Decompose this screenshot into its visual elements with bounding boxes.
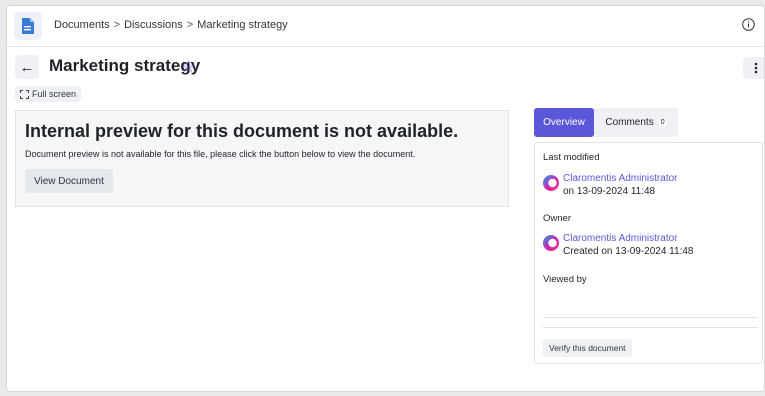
- breadcrumb-current: Marketing strategy: [197, 19, 288, 31]
- verify-document-button[interactable]: Verify this document: [543, 339, 632, 357]
- fullscreen-button[interactable]: Full screen: [15, 86, 82, 102]
- preview-message: Document preview is not available for th…: [25, 149, 416, 159]
- last-modified-date: on 13-09-2024 11:48: [563, 186, 656, 197]
- user-avatar-icon: [543, 175, 559, 191]
- app-window: Documents > Discussions > Marketing stra…: [6, 5, 765, 392]
- divider: [543, 317, 758, 318]
- last-modified-user: Claromentis Administrator on 13-09-2024 …: [543, 173, 677, 197]
- overview-panel: Last modified Claromentis Administrator …: [534, 142, 763, 364]
- view-document-button[interactable]: View Document: [25, 169, 113, 193]
- title-bar: ← Marketing strategy ☆: [15, 55, 764, 79]
- breadcrumb-discussions[interactable]: Discussions: [124, 19, 183, 31]
- fullscreen-label: Full screen: [32, 89, 77, 99]
- back-button[interactable]: ←: [15, 55, 39, 79]
- owner-user: Claromentis Administrator Created on 13-…: [543, 233, 693, 257]
- preview-panel: Internal preview for this document is no…: [15, 110, 509, 207]
- preview-heading: Internal preview for this document is no…: [25, 121, 459, 141]
- kebab-menu-icon: [754, 62, 758, 74]
- last-modified-label: Last modified: [543, 152, 600, 163]
- last-modified-user-link[interactable]: Claromentis Administrator: [563, 173, 677, 184]
- comments-count-badge: 0: [658, 119, 667, 126]
- viewed-by-label: Viewed by: [543, 274, 587, 285]
- page-title: Marketing strategy: [49, 56, 201, 75]
- star-outline-icon[interactable]: ☆: [181, 57, 195, 77]
- more-options-button[interactable]: [743, 57, 764, 79]
- owner-label: Owner: [543, 213, 571, 224]
- divider: [543, 327, 758, 328]
- tab-overview[interactable]: Overview: [534, 108, 594, 137]
- tab-overview-label: Overview: [543, 117, 585, 128]
- expand-icon: [20, 89, 29, 99]
- breadcrumb-separator: >: [113, 19, 121, 31]
- breadcrumb-separator: >: [186, 19, 194, 31]
- document-icon[interactable]: [14, 12, 42, 40]
- owner-user-link[interactable]: Claromentis Administrator: [563, 233, 693, 244]
- arrow-left-icon: ←: [19, 58, 35, 76]
- owner-created-date: Created on 13-09-2024 11:48: [563, 246, 694, 257]
- breadcrumb: Documents > Discussions > Marketing stra…: [54, 19, 288, 31]
- breadcrumb-documents[interactable]: Documents: [54, 19, 110, 31]
- top-bar: Documents > Discussions > Marketing stra…: [7, 6, 764, 47]
- tab-comments[interactable]: Comments 0: [594, 108, 678, 137]
- tab-comments-label: Comments: [605, 117, 654, 128]
- user-avatar-icon: [543, 235, 559, 251]
- info-icon[interactable]: [741, 17, 755, 31]
- side-tabs: Overview Comments 0: [534, 108, 678, 137]
